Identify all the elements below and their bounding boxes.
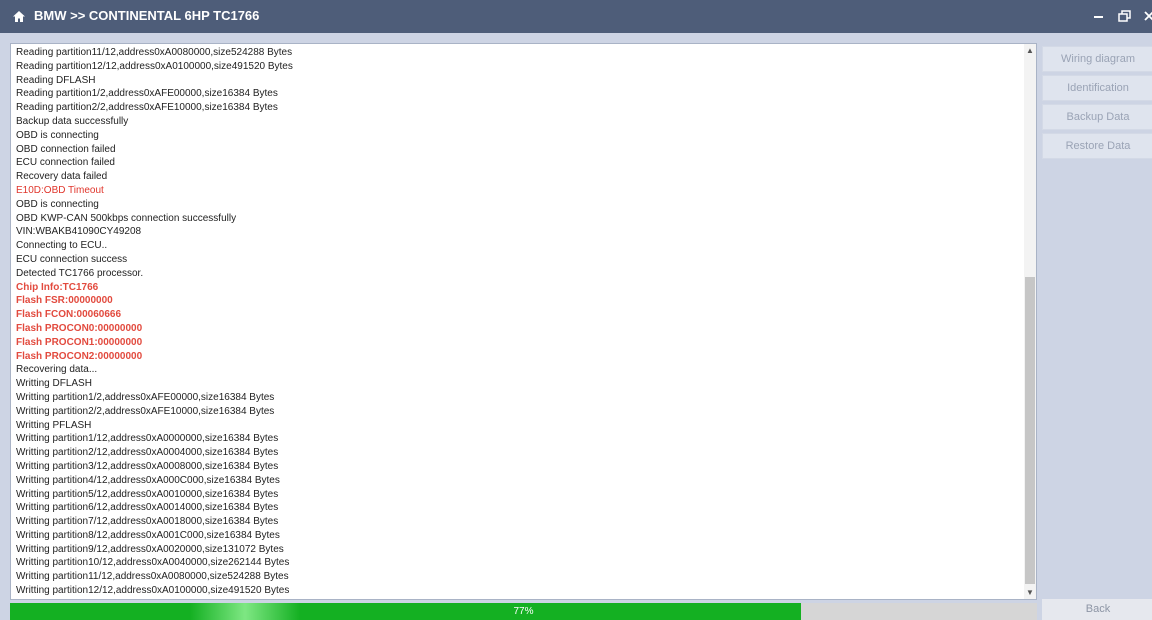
log-line: Reading DFLASH xyxy=(16,74,96,86)
log-line: ECU connection failed xyxy=(16,157,115,169)
restore-icon xyxy=(1118,10,1131,22)
log-line: OBD is connecting xyxy=(16,198,99,210)
backup-data-button[interactable]: Backup Data xyxy=(1042,104,1152,130)
scroll-up-icon[interactable]: ▲ xyxy=(1024,44,1036,57)
log-line: Writting partition2/2,address0xAFE10000,… xyxy=(16,405,275,417)
home-icon[interactable] xyxy=(12,10,26,23)
log-line: Writting partition1/2,address0xAFE00000,… xyxy=(16,391,275,403)
log-line: Reading partition11/12,address0xA0080000… xyxy=(16,47,293,58)
log-line: Writting partition4/12,address0xA000C000… xyxy=(16,474,280,486)
log-panel: Reading partition11/12,address0xA0080000… xyxy=(10,43,1037,600)
progress-bar: 77% xyxy=(10,603,1037,620)
log-line: Writting partition1/12,address0xA0000000… xyxy=(16,433,279,445)
log-line: Writting partition12/12,address0xA010000… xyxy=(16,585,290,597)
log-line: Reading partition1/2,address0xAFE00000,s… xyxy=(16,88,278,100)
log-line: Writting DFLASH xyxy=(16,378,92,390)
log-line: Flash PROCON1:00000000 xyxy=(16,336,143,348)
log-line: Writting partition5/12,address0xA0010000… xyxy=(16,488,279,500)
log-line: Flash FCON:00060666 xyxy=(16,309,122,321)
log-line: Reading partition2/2,address0xAFE10000,s… xyxy=(16,102,278,114)
wiring-diagram-button[interactable]: Wiring diagram xyxy=(1042,46,1152,72)
log-line: Writting partition3/12,address0xA0008000… xyxy=(16,460,279,472)
restore-button[interactable] xyxy=(1116,6,1134,26)
log-line: Connecting to ECU.. xyxy=(16,240,108,252)
scroll-down-icon[interactable]: ▼ xyxy=(1024,586,1036,599)
log-line: Recovering data... xyxy=(16,364,98,376)
log-line: OBD KWP-CAN 500kbps connection successfu… xyxy=(16,212,237,224)
log-line: Chip Info:TC1766 xyxy=(16,281,99,293)
window-title: BMW >> CONTINENTAL 6HP TC1766 xyxy=(34,8,260,23)
log-line: Flash FSR:00000000 xyxy=(16,295,113,307)
restore-data-button[interactable]: Restore Data xyxy=(1042,133,1152,159)
log-line: OBD connection failed xyxy=(16,143,116,155)
log-line: Writting partition9/12,address0xA0020000… xyxy=(16,543,284,555)
minimize-button[interactable] xyxy=(1090,6,1108,26)
log-line: Writting partition7/12,address0xA0018000… xyxy=(16,516,279,528)
back-button[interactable]: Back xyxy=(1042,599,1152,620)
log-line: Flash PROCON2:00000000 xyxy=(16,350,143,362)
log-line: Writting PFLASH xyxy=(16,419,92,431)
close-icon xyxy=(1144,11,1152,21)
log-line: Detected TC1766 processor. xyxy=(16,267,144,279)
log-line: Writting partition6/12,address0xA0014000… xyxy=(16,502,279,514)
log-line: Recovery data failed xyxy=(16,171,108,183)
log-line: OBD is connecting xyxy=(16,129,99,141)
scroll-thumb[interactable] xyxy=(1025,277,1035,584)
log-line: Backup data successfully xyxy=(16,115,129,127)
log-line: Writting partition8/12,address0xA001C000… xyxy=(16,529,280,541)
log-line: E10D:OBD Timeout xyxy=(16,184,104,196)
log-line: ECU connection success xyxy=(16,253,128,265)
minimize-icon xyxy=(1094,16,1103,18)
close-button[interactable] xyxy=(1140,6,1152,26)
log-lines: Reading partition11/12,address0xA0080000… xyxy=(16,46,1021,598)
log-line: Writting partition11/12,address0xA008000… xyxy=(16,571,289,583)
log-line: VIN:WBAKB41090CY49208 xyxy=(16,226,142,238)
identification-button[interactable]: Identification xyxy=(1042,75,1152,101)
progress-label: 77% xyxy=(513,606,534,617)
log-line: Writting partition2/12,address0xA0004000… xyxy=(16,447,279,459)
log-line: Flash PROCON0:00000000 xyxy=(16,322,143,334)
title-bar: BMW >> CONTINENTAL 6HP TC1766 xyxy=(0,0,1152,33)
log-scrollbar[interactable]: ▲ ▼ xyxy=(1024,44,1036,599)
log-line: Writting partition10/12,address0xA004000… xyxy=(16,557,290,569)
log-line: Reading partition12/12,address0xA0100000… xyxy=(16,60,293,72)
